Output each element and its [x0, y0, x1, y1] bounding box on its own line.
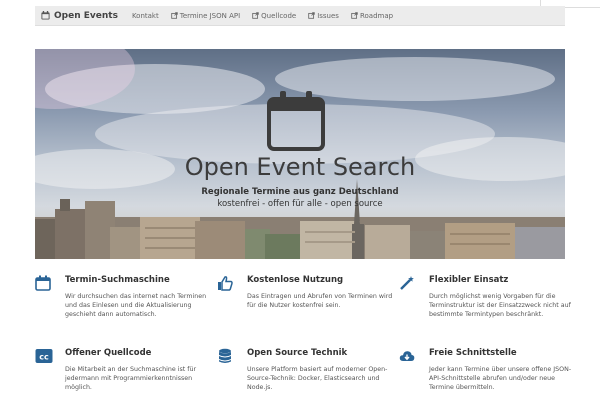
nav-link-label: Kontakt [131, 11, 159, 20]
hero-tagline: kostenfrei - offen für alle - open sourc… [217, 199, 383, 209]
brand-label: Open Events [54, 10, 118, 21]
feature-text: Wir durchsuchen das internet nach Termin… [65, 293, 207, 318]
nav-link-kontakt[interactable]: Kontakt [132, 12, 159, 20]
navbar: Open Events Kontakt Termine JSON API Que… [35, 6, 565, 26]
hero-banner: Open Event Search Regionale Termine aus … [35, 49, 565, 259]
cloud-download-icon [399, 351, 415, 361]
external-link-icon [308, 12, 315, 19]
nav-link-label: Roadmap [359, 11, 394, 20]
feature-text: Die Mitarbeit an der Suchmaschine ist fü… [65, 366, 197, 391]
thumbs-up-icon [218, 276, 233, 291]
feature-title: Open Source Technik [247, 348, 348, 358]
feature-text: Unsere Platform basiert auf moderner Ope… [247, 366, 388, 391]
brand[interactable]: Open Events [41, 11, 118, 21]
hero-subtitle: Regionale Termine aus ganz Deutschland [201, 187, 399, 197]
external-link-icon [171, 12, 178, 19]
cc-icon: cc [35, 349, 53, 363]
calendar-icon [41, 11, 50, 20]
feature-text: Das Eintragen und Abrufen von Terminen w… [247, 293, 393, 309]
feature-title: Freie Schnittstelle [429, 348, 517, 358]
feature-title: Kostenlose Nutzung [247, 275, 344, 285]
magic-wand-icon [400, 276, 414, 290]
nav-link-quellcode[interactable]: Quellcode [252, 12, 296, 20]
nav-link-roadmap[interactable]: Roadmap [351, 12, 393, 20]
feature-text: Durch möglichst wenig Vorgaben für die T… [429, 293, 571, 318]
feature-title: Flexibler Einsatz [429, 275, 509, 285]
feature-title: Offener Quellcode [65, 348, 152, 358]
svg-text:cc: cc [39, 353, 49, 362]
calendar-icon [267, 91, 325, 151]
external-link-icon [351, 12, 358, 19]
external-link-icon [252, 12, 259, 19]
nav-link-issues[interactable]: Issues [308, 12, 339, 20]
nav-link-label: Issues [317, 11, 339, 20]
database-icon [219, 348, 231, 363]
feature-title: Termin-Suchmaschine [65, 275, 170, 285]
nav-link-termine-json-api[interactable]: Termine JSON API [171, 12, 240, 20]
nav-link-label: Termine JSON API [179, 11, 241, 20]
nav-link-label: Quellcode [261, 11, 297, 20]
calendar-icon [35, 275, 51, 291]
feature-text: Jeder kann Termine über unsere offene JS… [429, 366, 572, 391]
hero-title: Open Event Search [184, 153, 416, 181]
